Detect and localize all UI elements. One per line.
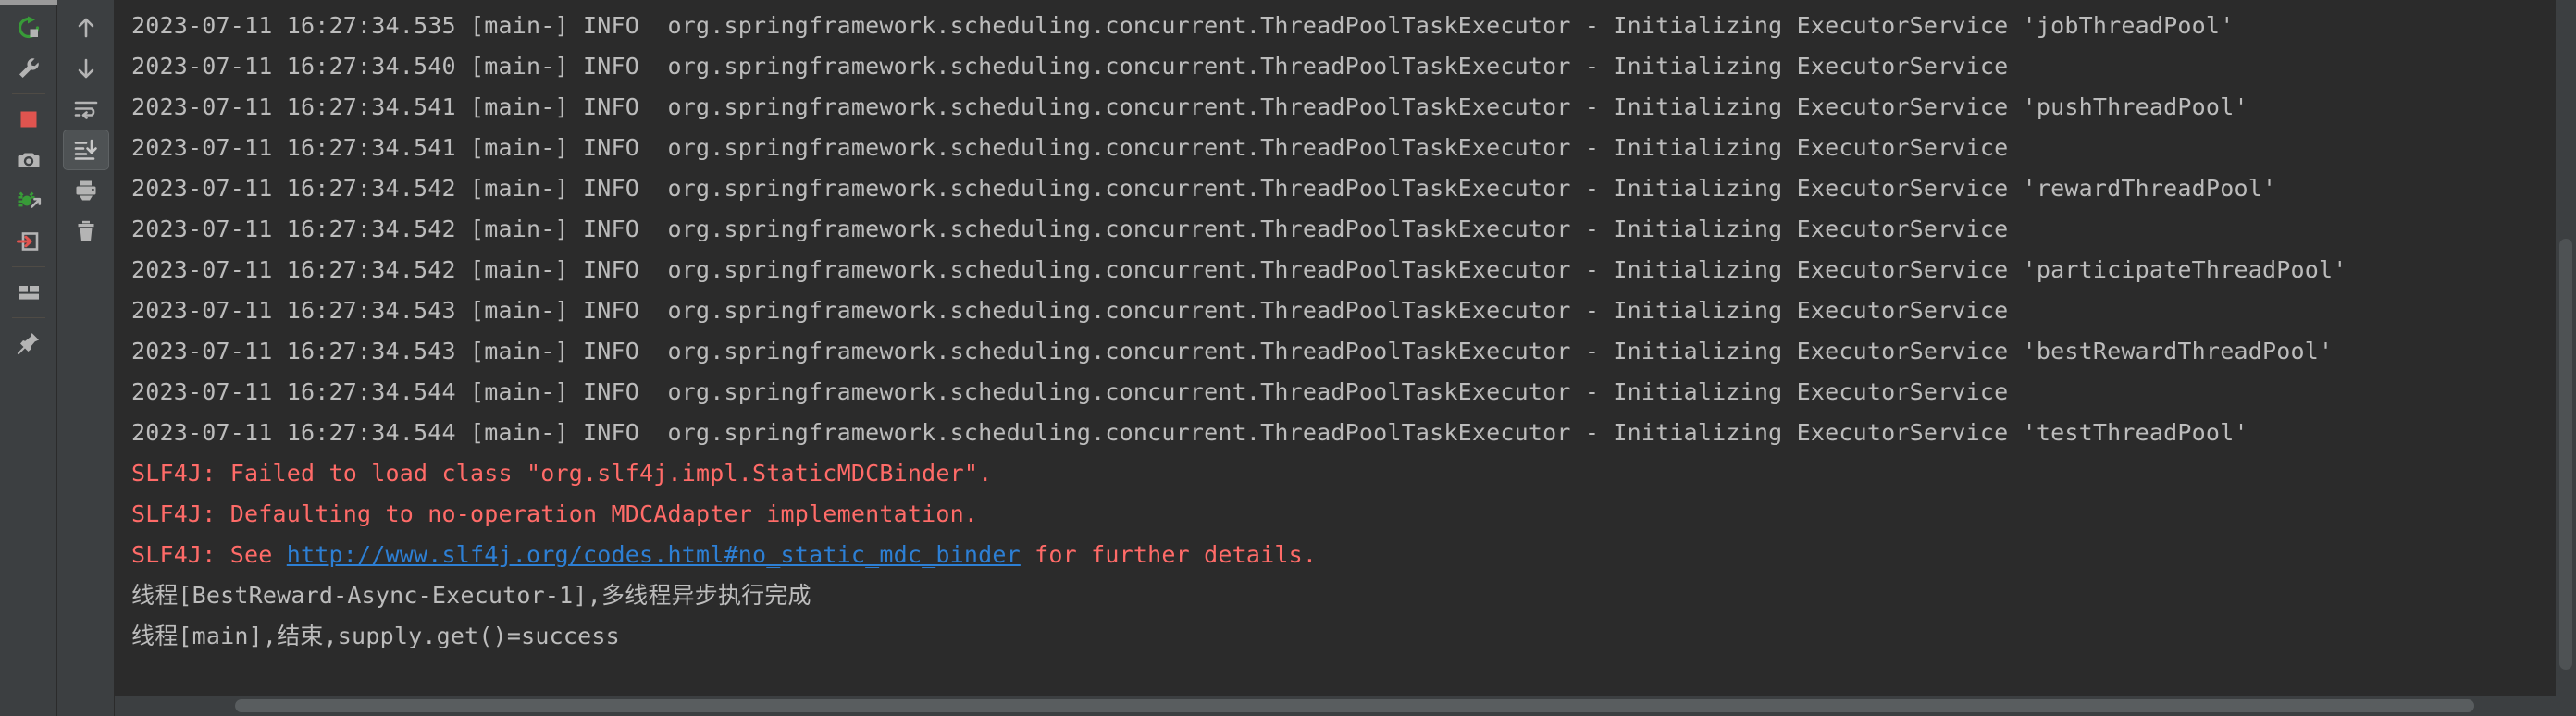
camera-icon[interactable] — [6, 140, 52, 180]
horizontal-scrollbar[interactable] — [115, 696, 2556, 716]
vertical-scrollbar-thumb[interactable] — [2559, 239, 2572, 670]
wrench-icon[interactable] — [6, 48, 52, 89]
console-output-area[interactable]: 2023-07-11 16:27:34.535 [main-] INFO org… — [115, 0, 2576, 716]
console-line: 2023-07-11 16:27:34.541 [main-] INFO org… — [131, 134, 2009, 161]
console-line: SLF4J: Failed to load class "org.slf4j.i… — [131, 460, 993, 487]
separator-2 — [11, 266, 45, 267]
run-toolbar-left — [0, 0, 57, 716]
run-toolbar-secondary — [0, 0, 115, 716]
trash-icon[interactable] — [63, 211, 109, 252]
separator-3 — [11, 317, 45, 318]
thread-dump-icon[interactable] — [6, 221, 52, 262]
console-link[interactable]: http://www.slf4j.org/codes.html#no_stati… — [287, 541, 1021, 568]
console-line: SLF4J: Defaulting to no-operation MDCAda… — [131, 500, 979, 527]
console-line: 线程[main],结束,supply.get()=success — [131, 623, 620, 649]
console-line: 2023-07-11 16:27:34.540 [main-] INFO org… — [131, 53, 2009, 80]
console-line: 线程[BestReward-Async-Executor-1],多线程异步执行完… — [131, 582, 811, 609]
console-line: 2023-07-11 16:27:34.542 [main-] INFO org… — [131, 256, 2347, 283]
console-line: 2023-07-11 16:27:34.543 [main-] INFO org… — [131, 297, 2009, 324]
print-icon[interactable] — [63, 170, 109, 211]
run-console-window: 2023-07-11 16:27:34.535 [main-] INFO org… — [0, 0, 2576, 716]
console-line-prefix: SLF4J: See — [131, 541, 287, 568]
console-line: 2023-07-11 16:27:34.541 [main-] INFO org… — [131, 93, 2248, 120]
console-line: 2023-07-11 16:27:34.542 [main-] INFO org… — [131, 175, 2277, 202]
console-line: 2023-07-11 16:27:34.543 [main-] INFO org… — [131, 338, 2334, 364]
console-line: 2023-07-11 16:27:34.544 [main-] INFO org… — [131, 378, 2009, 405]
console-line: 2023-07-11 16:27:34.544 [main-] INFO org… — [131, 419, 2248, 446]
console-line: 2023-07-11 16:27:34.535 [main-] INFO org… — [131, 12, 2235, 39]
console-log: 2023-07-11 16:27:34.535 [main-] INFO org… — [115, 0, 2576, 657]
arrow-down-icon[interactable] — [63, 48, 109, 89]
vertical-scrollbar[interactable] — [2556, 0, 2576, 716]
pin-icon[interactable] — [6, 323, 52, 364]
stop-icon[interactable] — [6, 99, 52, 140]
console-line: 2023-07-11 16:27:34.542 [main-] INFO org… — [131, 216, 2009, 242]
arrow-up-icon[interactable] — [63, 7, 109, 48]
separator-1 — [11, 93, 45, 94]
scroll-to-end-icon[interactable] — [62, 130, 109, 170]
tab-indicator — [0, 0, 57, 5]
horizontal-scrollbar-thumb[interactable] — [235, 699, 2474, 712]
console-line: SLF4J: See http://www.slf4j.org/codes.ht… — [131, 535, 2576, 575]
rerun-icon[interactable] — [6, 7, 52, 48]
debug-attach-icon[interactable] — [6, 180, 52, 221]
layout-icon[interactable] — [6, 272, 52, 313]
console-line-suffix: for further details. — [1020, 541, 1318, 568]
soft-wrap-icon[interactable] — [63, 89, 109, 130]
